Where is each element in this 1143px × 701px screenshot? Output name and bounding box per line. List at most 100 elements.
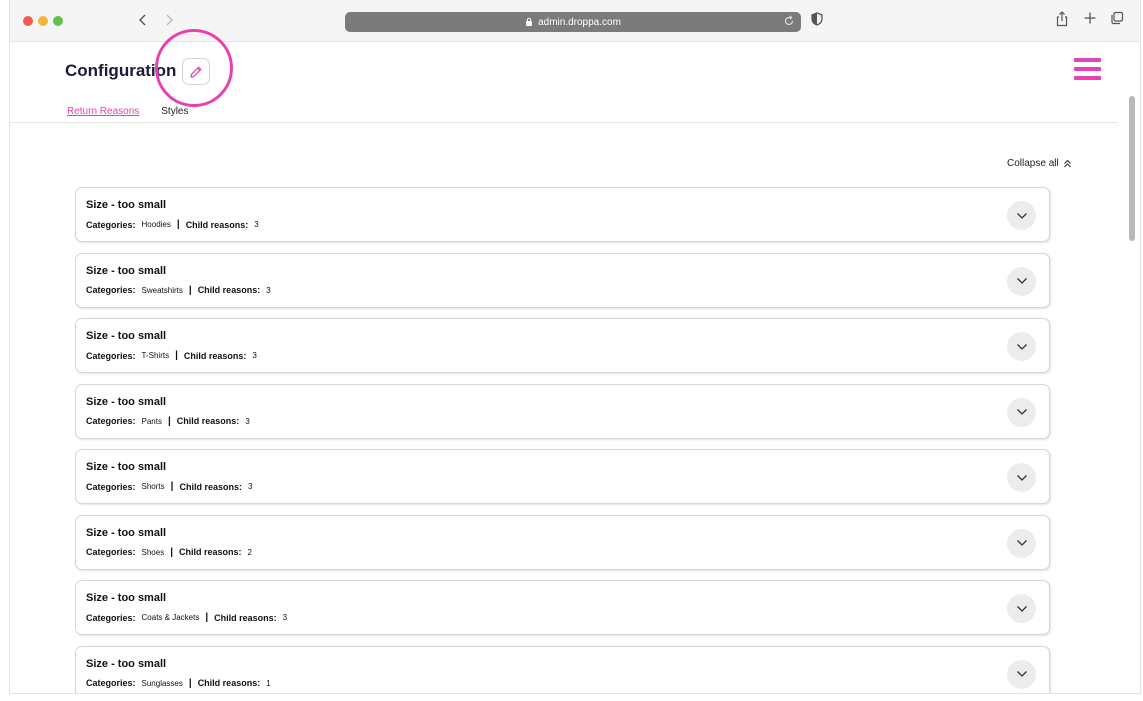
meta-separator: |	[167, 415, 171, 427]
child-reasons-label: Child reasons:	[179, 547, 242, 557]
category-value: Sweatshirts	[141, 285, 183, 295]
pencil-icon	[190, 66, 202, 78]
categories-label: Categories:	[86, 350, 136, 361]
child-reasons-count: 3	[266, 285, 271, 295]
reason-meta: Categories: Sweatshirts | Child reasons:…	[86, 285, 271, 296]
reason-card[interactable]: Size - too small Categories: Coats & Jac…	[75, 580, 1050, 635]
reason-title: Size - too small	[86, 526, 167, 539]
expand-button[interactable]	[1007, 528, 1036, 558]
child-reasons-label: Child reasons:	[183, 350, 247, 361]
reason-list: Size - too small Categories: Hoodies | C…	[75, 187, 1050, 693]
new-tab-icon[interactable]	[1083, 11, 1097, 25]
child-reasons-count: 3	[247, 482, 253, 491]
lock-icon	[525, 17, 533, 27]
child-reasons-label: Child reasons:	[214, 612, 277, 623]
meta-separator: |	[205, 612, 209, 623]
category-value: T-Shirts	[141, 351, 170, 360]
reason-meta: Categories: T-Shirts | Child reasons: 3	[86, 350, 257, 361]
collapse-all-label: Collapse all	[1007, 158, 1059, 169]
tab-overview-icon[interactable]	[1110, 11, 1124, 25]
chevron-down-icon	[1016, 212, 1027, 219]
forward-button[interactable]	[158, 9, 180, 31]
chevron-down-icon	[1016, 343, 1027, 350]
expand-button[interactable]	[1007, 266, 1036, 296]
chevron-down-icon	[1016, 278, 1027, 284]
category-value: Pants	[141, 416, 162, 426]
categories-label: Categories:	[86, 285, 136, 295]
expand-button[interactable]	[1007, 332, 1036, 361]
chevron-down-icon	[1016, 474, 1027, 481]
reason-title: Size - too small	[86, 461, 167, 473]
categories-label: Categories:	[86, 547, 136, 557]
chevron-down-icon	[1016, 605, 1027, 612]
expand-button[interactable]	[1007, 594, 1036, 623]
category-value: Shorts	[141, 482, 165, 491]
reason-meta: Categories: Coats & Jackets | Child reas…	[86, 612, 287, 623]
tab-styles[interactable]: Styles	[161, 106, 188, 117]
chevron-down-icon	[1016, 671, 1027, 677]
reason-card[interactable]: Size - too small Categories: Pants | Chi…	[75, 383, 1050, 439]
edit-button[interactable]	[182, 58, 210, 85]
scrollbar[interactable]	[1129, 96, 1135, 241]
categories-label: Categories:	[86, 612, 136, 623]
back-button[interactable]	[132, 9, 154, 31]
close-window-button[interactable]	[23, 16, 33, 26]
zoom-window-button[interactable]	[53, 16, 63, 26]
reason-title: Size - too small	[86, 395, 167, 408]
chevron-down-icon	[1016, 540, 1027, 546]
child-reasons-count: 3	[282, 613, 288, 622]
reason-title: Size - too small	[86, 657, 167, 670]
chevron-right-icon	[166, 14, 173, 26]
meta-separator: |	[188, 677, 192, 689]
reason-meta: Categories: Pants | Child reasons: 3	[86, 416, 250, 427]
category-value: Hoodies	[141, 220, 171, 229]
menu-button[interactable]	[1074, 58, 1101, 82]
reason-card[interactable]: Size - too small Categories: Shoes | Chi…	[75, 514, 1050, 570]
privacy-shield-icon[interactable]	[811, 12, 823, 31]
reason-title: Size - too small	[86, 592, 167, 604]
reason-meta: Categories: Shoes | Child reasons: 2	[86, 547, 252, 558]
child-reasons-count: 3	[245, 416, 250, 426]
share-icon[interactable]	[1055, 11, 1069, 27]
menu-bar	[1074, 67, 1101, 71]
child-reasons-label: Child reasons:	[185, 219, 249, 230]
expand-button[interactable]	[1007, 463, 1036, 492]
meta-separator: |	[175, 350, 178, 361]
reason-title: Size - too small	[86, 199, 167, 211]
reason-card[interactable]: Size - too small Categories: T-Shirts | …	[75, 318, 1050, 373]
header-divider	[10, 122, 1118, 123]
reason-card[interactable]: Size - too small Categories: Shorts | Ch…	[75, 449, 1050, 504]
child-reasons-count: 1	[266, 678, 271, 688]
collapse-all-button[interactable]: Collapse all	[1007, 158, 1072, 169]
expand-button[interactable]	[1007, 397, 1036, 427]
minimize-window-button[interactable]	[38, 16, 48, 26]
child-reasons-count: 3	[254, 220, 259, 229]
browser-window: admin.droppa.com Configuration Return Re…	[9, 0, 1141, 694]
child-reasons-count: 3	[252, 351, 257, 360]
meta-separator: |	[188, 284, 192, 296]
reason-meta: Categories: Sunglasses | Child reasons: …	[86, 678, 271, 689]
reason-meta: Categories: Hoodies | Child reasons: 3	[86, 219, 259, 230]
double-chevron-up-icon	[1063, 159, 1071, 168]
tab-return-reasons[interactable]: Return Reasons	[67, 106, 139, 117]
reason-title: Size - too small	[86, 264, 167, 277]
reason-title: Size - too small	[86, 330, 167, 342]
url-text: admin.droppa.com	[538, 16, 621, 28]
expand-button[interactable]	[1007, 659, 1036, 689]
chevron-left-icon	[139, 14, 146, 26]
category-value: Shoes	[141, 547, 165, 557]
reason-card[interactable]: Size - too small Categories: Sunglasses …	[75, 645, 1050, 693]
reason-card[interactable]: Size - too small Categories: Sweatshirts…	[75, 252, 1050, 308]
child-reasons-label: Child reasons:	[176, 416, 240, 426]
reload-icon[interactable]	[783, 15, 795, 27]
category-value: Coats & Jackets	[141, 613, 200, 622]
expand-button[interactable]	[1007, 201, 1036, 230]
chevron-down-icon	[1016, 409, 1027, 415]
reason-card[interactable]: Size - too small Categories: Hoodies | C…	[75, 187, 1050, 242]
child-reasons-label: Child reasons:	[197, 678, 261, 688]
address-bar[interactable]: admin.droppa.com	[345, 12, 801, 32]
menu-bar	[1074, 58, 1101, 62]
config-tabs: Return Reasons Styles	[67, 106, 189, 117]
categories-label: Categories:	[86, 678, 136, 688]
menu-bar	[1074, 76, 1101, 80]
